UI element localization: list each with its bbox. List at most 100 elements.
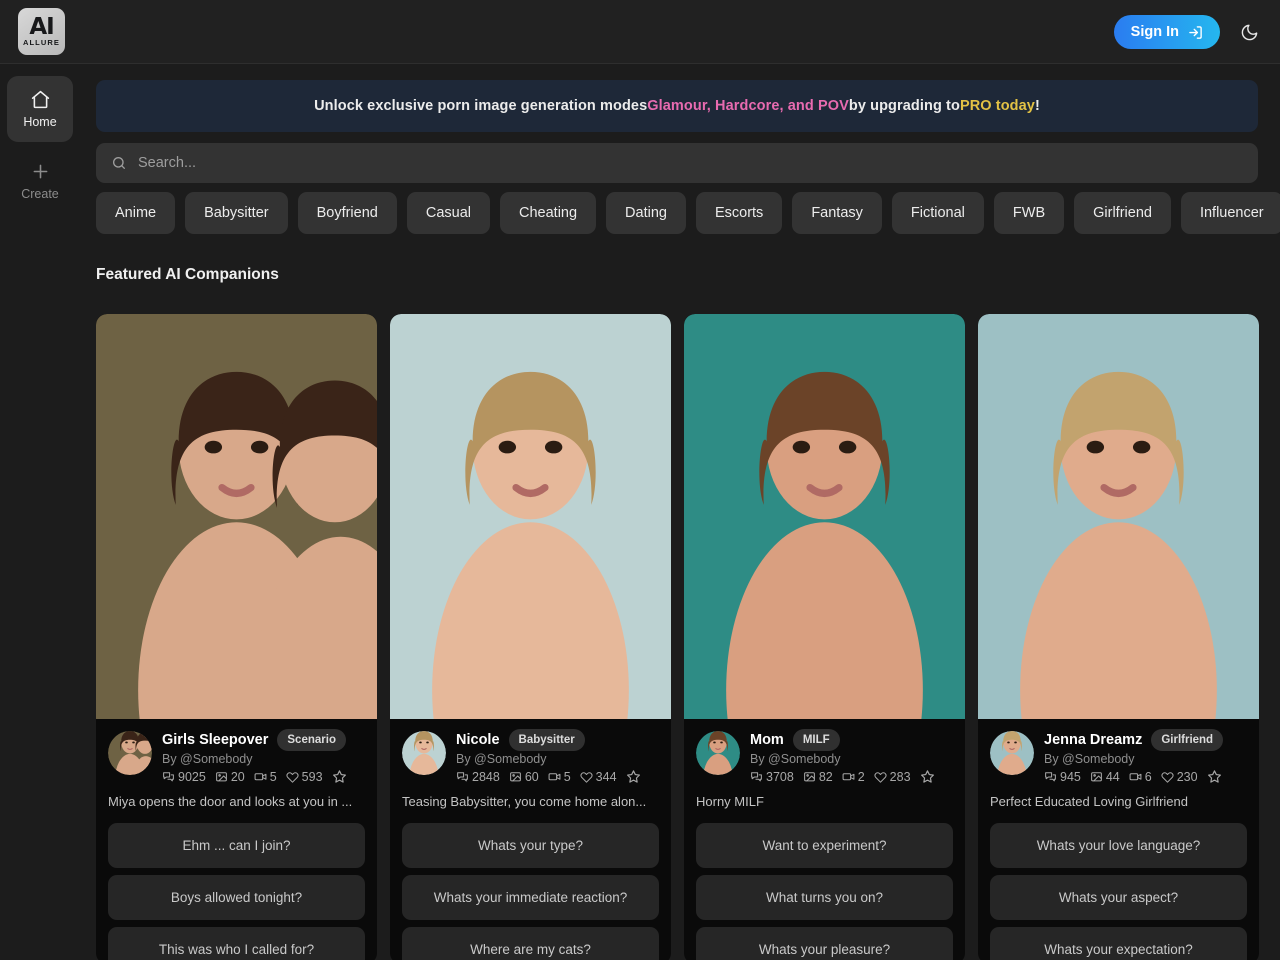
stat-images-value: 20	[230, 769, 245, 784]
companion-author[interactable]: By @Somebody	[1044, 752, 1247, 766]
companion-photo	[390, 314, 671, 719]
suggestion-list: Whats your type? Whats your immediate rea…	[390, 823, 671, 960]
companion-card[interactable]: Girls Sleepover Scenario By @Somebody 9025 2…	[96, 314, 377, 960]
suggestion-button[interactable]: Where are my cats?	[402, 927, 659, 960]
bookmark-star-icon[interactable]	[1207, 769, 1222, 784]
category-tag-row[interactable]: Anime Babysitter Boyfriend Casual Cheating Da…	[96, 192, 1280, 234]
category-tag-fictional[interactable]: Fictional	[891, 192, 984, 234]
companion-photo	[108, 731, 152, 775]
suggestion-button[interactable]: What turns you on?	[696, 875, 953, 920]
suggestion-button[interactable]: Whats your type?	[402, 823, 659, 868]
sidebar-item-create[interactable]: Create	[7, 148, 73, 214]
suggestion-button[interactable]: Whats your aspect?	[990, 875, 1247, 920]
companion-card-meta: Jenna Dreamz Girlfriend By @Somebody 945 44 6…	[1044, 729, 1247, 784]
companion-card-body: Girls Sleepover Scenario By @Somebody 9025 2…	[96, 719, 377, 809]
status-badge[interactable]: MILF	[792, 729, 840, 751]
avatar[interactable]	[990, 731, 1034, 775]
stat-chats-value: 9025	[178, 769, 206, 784]
image-icon	[1090, 772, 1102, 782]
login-arrow-icon	[1189, 25, 1202, 39]
companion-photo	[684, 314, 965, 719]
companion-author[interactable]: By @Somebody	[456, 752, 659, 766]
logo-wordmark: ALLURE	[22, 38, 60, 47]
companion-card[interactable]: Mom MILF By @Somebody 3708 82 2 283 Horny MILF W…	[684, 314, 965, 960]
category-tag-girlfriend[interactable]: Girlfriend	[1074, 192, 1171, 234]
stat-chats-value: 3708	[766, 769, 794, 784]
stat-likes-value: 593	[301, 769, 323, 784]
category-tag-boyfriend[interactable]: Boyfriend	[297, 192, 397, 234]
suggestion-button[interactable]: Want to experiment?	[696, 823, 953, 868]
category-tag-escorts[interactable]: Escorts	[695, 192, 783, 234]
category-tag-babysitter[interactable]: Babysitter	[185, 192, 288, 234]
stat-images-value: 44	[1105, 769, 1120, 784]
suggestion-button[interactable]: Whats your love language?	[990, 823, 1247, 868]
status-badge[interactable]: Babysitter	[508, 729, 585, 751]
suggestion-button[interactable]: Whats your pleasure?	[696, 927, 953, 960]
stat-likes: 283	[874, 770, 911, 784]
category-tag-cheating[interactable]: Cheating	[500, 192, 597, 234]
status-badge[interactable]: Girlfriend	[1151, 729, 1224, 751]
search-bar[interactable]: Search...	[96, 143, 1258, 183]
app-logo[interactable]: AI ALLURE	[18, 8, 65, 55]
companion-card-image[interactable]	[684, 314, 965, 719]
promo-text-part2: by upgrading to	[848, 98, 960, 114]
companion-photo	[990, 731, 1034, 775]
companion-card-image[interactable]	[96, 314, 377, 719]
stat-likes-value: 344	[595, 769, 617, 784]
theme-toggle-button[interactable]	[1234, 17, 1264, 47]
companion-description: Horny MILF	[696, 794, 764, 809]
bookmark-star-icon[interactable]	[332, 769, 347, 784]
suggestion-button[interactable]: Whats your immediate reaction?	[402, 875, 659, 920]
avatar[interactable]	[108, 731, 152, 775]
category-tag-fwb[interactable]: FWB	[993, 192, 1065, 234]
video-icon	[842, 773, 855, 781]
stat-likes: 230	[1161, 770, 1198, 784]
category-tag-anime[interactable]: Anime	[96, 192, 176, 234]
sidebar-item-home[interactable]: Home	[7, 76, 73, 142]
category-tag-casual[interactable]: Casual	[406, 192, 490, 234]
sidebar: Home Create	[0, 64, 80, 960]
video-icon	[254, 773, 267, 781]
search-input[interactable]: Search...	[138, 155, 196, 171]
companion-card[interactable]: Jenna Dreamz Girlfriend By @Somebody 945 44 6…	[978, 314, 1259, 960]
companion-card-header: Mom MILF By @Somebody 3708 82 2 283	[696, 729, 953, 784]
companion-card[interactable]: Nicole Babysitter By @Somebody 2848 60 5 344 Te…	[390, 314, 671, 960]
suggestion-button[interactable]: Ehm ... can I join?	[108, 823, 365, 868]
avatar[interactable]	[402, 731, 446, 775]
companion-card-image[interactable]	[390, 314, 671, 719]
companion-author[interactable]: By @Somebody	[162, 752, 365, 766]
promo-pro-highlight: PRO today	[959, 98, 1035, 114]
bookmark-star-icon[interactable]	[920, 769, 935, 784]
heart-icon	[874, 772, 887, 783]
companion-card-body: Mom MILF By @Somebody 3708 82 2 283 Horny MILF	[684, 719, 965, 809]
suggestion-button[interactable]: Boys allowed tonight?	[108, 875, 365, 920]
stat-chats: 2848	[456, 770, 500, 784]
stat-videos: 2	[842, 770, 865, 784]
page-title: Featured AI Companions	[96, 266, 279, 283]
stat-images: 60	[509, 770, 539, 784]
logo-initials: AI	[29, 14, 54, 40]
bookmark-star-icon[interactable]	[626, 769, 641, 784]
plus-icon	[33, 164, 47, 179]
companion-description: Teasing Babysitter, you come home alon..…	[402, 794, 647, 809]
category-tag-dating[interactable]: Dating	[606, 192, 686, 234]
category-tag-fantasy[interactable]: Fantasy	[792, 192, 882, 234]
suggestion-button[interactable]: Whats your expectation?	[990, 927, 1247, 960]
promo-banner[interactable]: Unlock exclusive porn image generation m…	[96, 80, 1258, 132]
companion-author[interactable]: By @Somebody	[750, 752, 953, 766]
sign-in-button[interactable]: Sign In	[1113, 15, 1220, 49]
heart-icon	[580, 772, 593, 783]
stat-likes-value: 230	[1176, 769, 1198, 784]
stat-videos-value: 5	[563, 769, 571, 784]
status-badge[interactable]: Scenario	[277, 729, 346, 751]
video-icon	[1129, 773, 1142, 781]
suggestion-button[interactable]: This was who I called for?	[108, 927, 365, 960]
sidebar-item-create-label: Create	[21, 187, 59, 201]
companion-card-meta: Mom MILF By @Somebody 3708 82 2 283	[750, 729, 953, 784]
companion-card-header: Jenna Dreamz Girlfriend By @Somebody 945 44 6…	[990, 729, 1247, 784]
promo-text-part1: Unlock exclusive porn image generation m…	[314, 98, 648, 114]
avatar[interactable]	[696, 731, 740, 775]
sign-in-label: Sign In	[1130, 24, 1179, 40]
category-tag-influencer[interactable]: Influencer	[1180, 192, 1280, 234]
companion-card-image[interactable]	[978, 314, 1259, 719]
